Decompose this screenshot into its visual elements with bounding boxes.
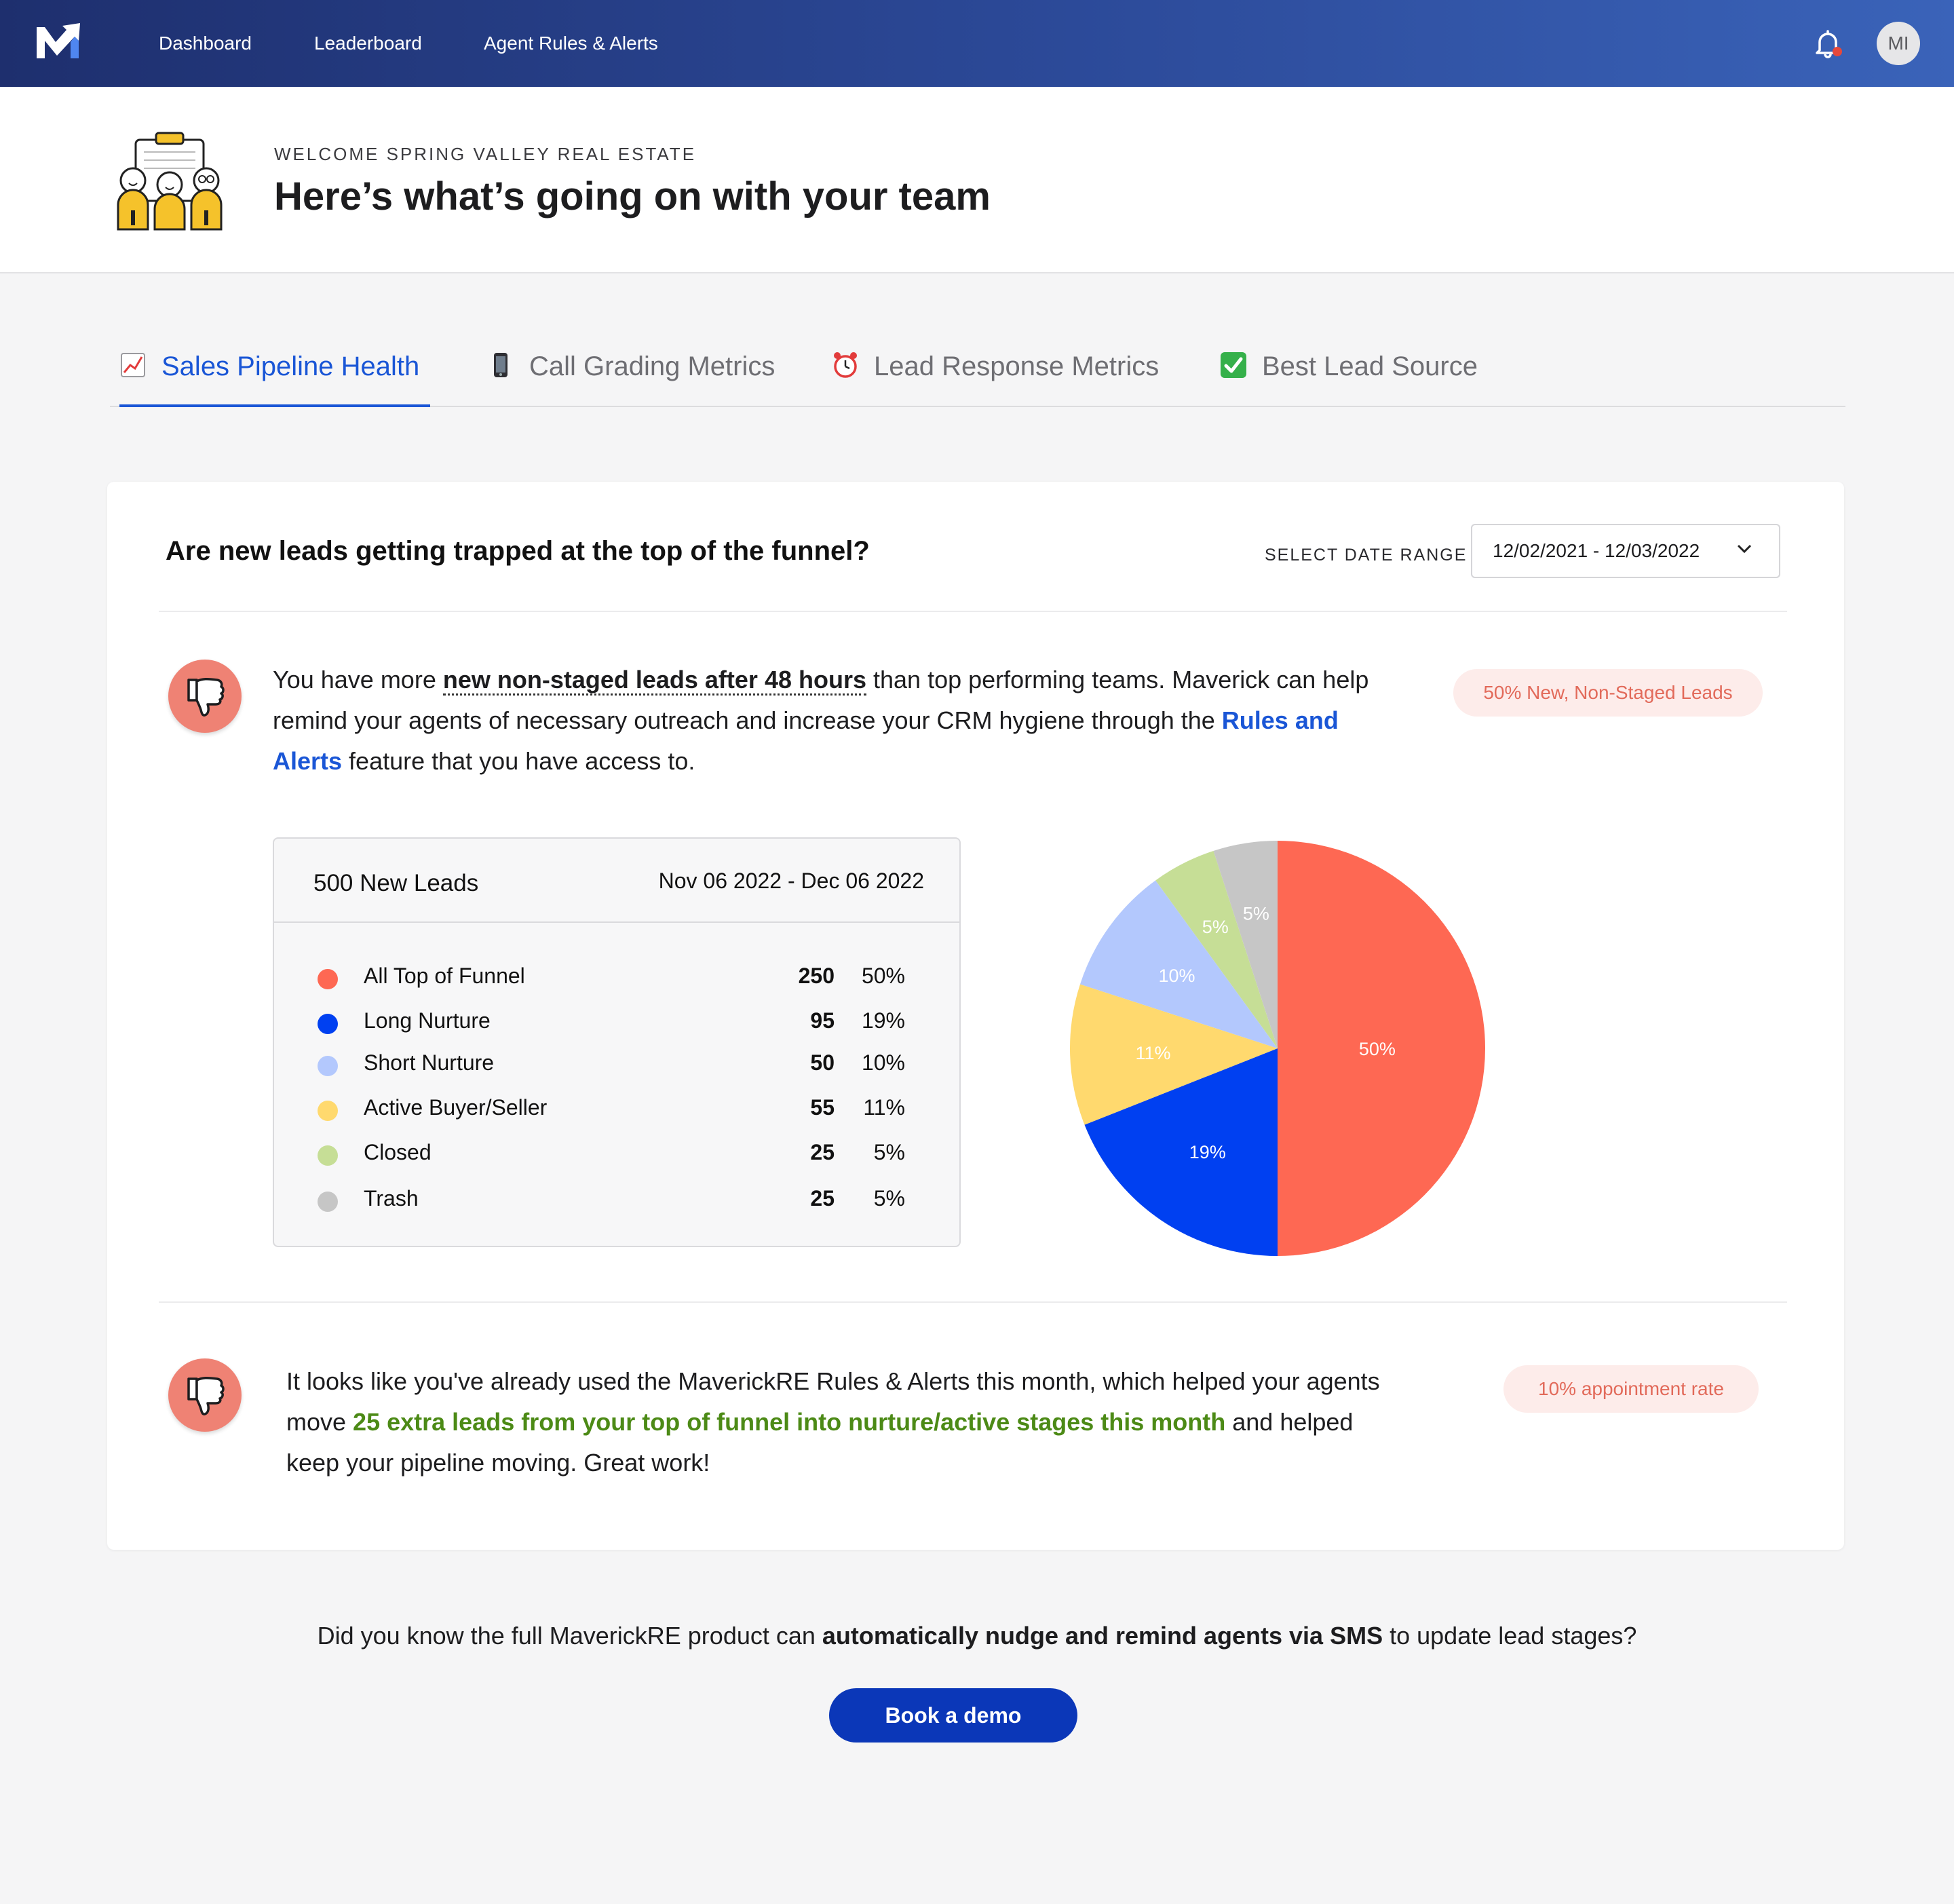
section-divider (159, 611, 1787, 612)
pie-label: 10% (1158, 966, 1195, 986)
pie-label: 11% (1135, 1043, 1170, 1063)
team-illustration-icon (117, 132, 223, 231)
thumbs-down-icon (187, 677, 225, 717)
card-title: Are new leads getting trapped at the top… (166, 536, 870, 566)
tab-label: Best Lead Source (1262, 351, 1478, 381)
check-mark-icon (1221, 352, 1246, 378)
thumbs-down-badge (168, 660, 242, 733)
user-avatar[interactable]: MI (1877, 22, 1920, 65)
non-staged-leads-term[interactable]: new non-staged leads after 48 hours (442, 666, 866, 696)
tab-call-grading-metrics[interactable]: Call Grading Metrics (487, 351, 775, 407)
tab-label: Lead Response Metrics (874, 351, 1160, 381)
non-staged-leads-badge: 50% New, Non-Staged Leads (1453, 669, 1763, 717)
metrics-tabs: Sales Pipeline Health Call Grading Metri… (110, 339, 1845, 407)
legend-dot (318, 1101, 338, 1121)
table-row: Long Nurture 95 19% (274, 1006, 959, 1040)
nav-agent-rules-link[interactable]: Agent Rules & Alerts (484, 31, 658, 56)
nav-leaderboard-link[interactable]: Leaderboard (314, 31, 422, 56)
legend-dot (318, 969, 338, 989)
top-nav-bar: Dashboard Leaderboard Agent Rules & Aler… (0, 0, 1954, 87)
leads-table-header: 500 New Leads Nov 06 2022 - Dec 06 2022 (274, 839, 959, 923)
date-range-label: SELECT DATE RANGE (1265, 546, 1468, 565)
legend-dot (318, 1056, 338, 1076)
date-range-value: 12/02/2021 - 12/03/2022 (1493, 540, 1700, 561)
nav-dashboard-link[interactable]: Dashboard (159, 31, 252, 56)
pie-label: 19% (1189, 1142, 1226, 1162)
mobile-phone-icon (494, 353, 507, 377)
bell-icon[interactable] (1813, 27, 1843, 60)
leads-date-range: Nov 06 2022 - Dec 06 2022 (658, 869, 924, 893)
sms-promo-text: Did you know the full MaverickRE product… (317, 1622, 1637, 1650)
section-divider (159, 1301, 1787, 1303)
legend-dot (318, 1145, 338, 1166)
legend-dot (318, 1192, 338, 1212)
leads-pie-chart: 50% 19% 11% 10% 5% 5% (1070, 841, 1485, 1256)
book-demo-button[interactable]: Book a demo (829, 1688, 1077, 1743)
welcome-header: WELCOME SPRING VALLEY REAL ESTATE Here’s… (0, 87, 1954, 273)
maverick-logo-icon[interactable] (35, 20, 84, 61)
table-row: Closed 25 5% (274, 1137, 959, 1171)
pie-label: 50% (1359, 1039, 1396, 1059)
tab-best-lead-source[interactable]: Best Lead Source (1220, 351, 1478, 407)
appointment-rate-badge: 10% appointment rate (1503, 1365, 1759, 1413)
tab-sales-pipeline-health[interactable]: Sales Pipeline Health (119, 351, 431, 407)
table-row: All Top of Funnel 250 50% (274, 961, 959, 995)
welcome-kicker: WELCOME SPRING VALLEY REAL ESTATE (274, 144, 697, 164)
thumbs-down-icon (187, 1376, 225, 1415)
insight-paragraph-2: It looks like you've already used the Ma… (286, 1367, 1380, 1477)
funnel-insight-card: Are new leads getting trapped at the top… (107, 482, 1844, 1550)
table-row: Active Buyer/Seller 55 11% (274, 1092, 959, 1126)
chart-increasing-icon (121, 353, 145, 377)
chevron-down-icon (1737, 544, 1752, 554)
page-title: Here’s what’s going on with your team (274, 174, 991, 218)
legend-dot (318, 1014, 338, 1034)
tab-lead-response-metrics[interactable]: Lead Response Metrics (832, 351, 1159, 407)
pie-label: 5% (1243, 904, 1269, 924)
table-row: Trash 25 5% (274, 1183, 959, 1217)
extra-leads-highlight: 25 extra leads from your top of funnel i… (353, 1408, 1226, 1436)
tab-label: Sales Pipeline Health (161, 351, 420, 381)
table-row: Short Nurture 50 10% (274, 1048, 959, 1082)
tab-label: Call Grading Metrics (529, 351, 775, 381)
thumbs-down-badge (168, 1358, 242, 1432)
alarm-clock-icon (834, 352, 857, 378)
leads-total-title: 500 New Leads (313, 870, 479, 896)
new-leads-table: 500 New Leads Nov 06 2022 - Dec 06 2022 … (273, 837, 961, 1247)
insight-paragraph-1: You have more new non-staged leads after… (273, 666, 1369, 775)
date-range-select[interactable]: 12/02/2021 - 12/03/2022 (1471, 524, 1780, 578)
notification-dot (1833, 47, 1842, 56)
pie-label: 5% (1202, 917, 1229, 937)
